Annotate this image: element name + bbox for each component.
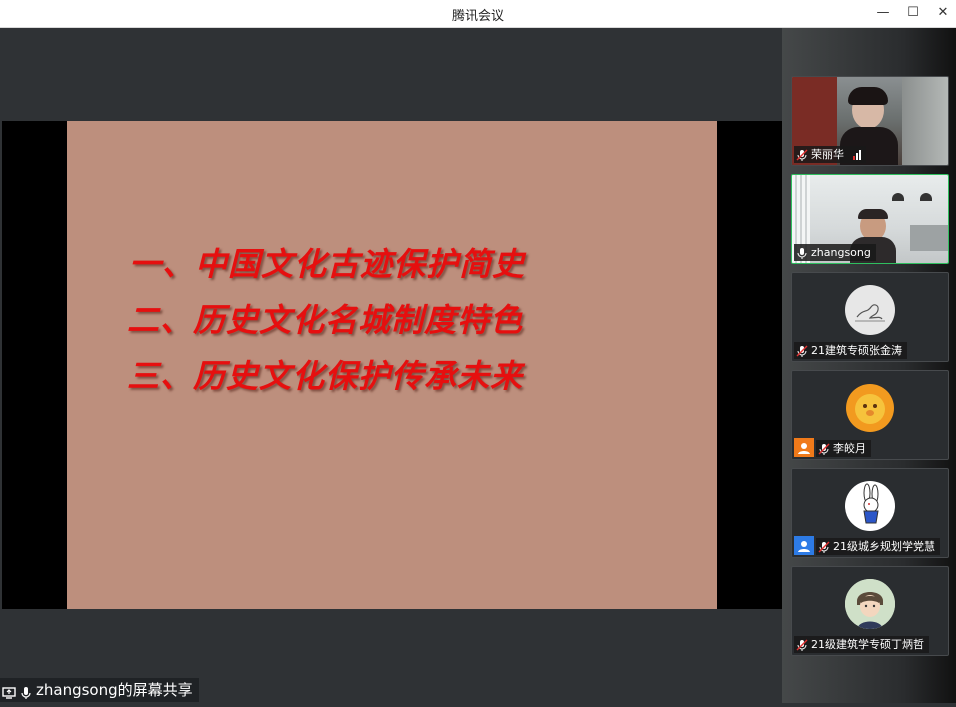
participant-name: 荣丽华 [811, 148, 844, 161]
participant-tile-1[interactable]: 荣丽华 [791, 76, 949, 166]
avatar [845, 383, 895, 433]
muted-mic-icon [818, 541, 830, 553]
participant-name: 21级城乡规划学党慧 [833, 540, 935, 553]
user-icon [794, 536, 814, 555]
participant-name: 21级建筑学专硕丁炳哲 [811, 638, 924, 651]
participant-tile-3[interactable]: 21建筑专硕张金涛 [791, 272, 949, 362]
participant-namebar-4: 李皎月 [816, 440, 871, 457]
close-button[interactable]: ✕ [932, 3, 954, 23]
participant-tile-6[interactable]: 21级建筑学专硕丁炳哲 [791, 566, 949, 656]
muted-mic-icon [818, 443, 830, 455]
shared-screen-band: 一、中国文化古迹保护简史 二、历史文化名城制度特色 三、历史文化保护传承未来 [2, 121, 782, 609]
window-title: 腾讯会议 [451, 9, 504, 24]
avatar [845, 579, 895, 629]
participant-tile-4[interactable]: 李皎月 [791, 370, 949, 460]
maximize-button[interactable]: ☐ [902, 3, 924, 23]
participant-namebar-6: 21级建筑学专硕丁炳哲 [794, 636, 929, 653]
participant-namebar-5: 21级城乡规划学党慧 [816, 538, 940, 555]
screen-share-icon [2, 683, 16, 699]
participant-namebar-1: 荣丽华 [794, 146, 866, 163]
microphone-icon [796, 247, 808, 259]
minimize-button[interactable]: — [872, 3, 894, 23]
participant-tile-2[interactable]: zhangsong [791, 174, 949, 264]
participant-sidebar: 荣丽华 zhangsong 21建筑专硕张金涛 李皎月 21级城乡规划学党慧 2… [782, 28, 956, 703]
muted-mic-icon [796, 345, 808, 357]
title-bar: 腾讯会议 — ☐ ✕ [0, 0, 956, 28]
shared-screen-area[interactable]: 一、中国文化古迹保护简史 二、历史文化名城制度特色 三、历史文化保护传承未来 [2, 28, 782, 703]
muted-mic-icon [796, 639, 808, 651]
user-icon [794, 438, 814, 457]
avatar [845, 481, 895, 531]
presentation-slide: 一、中国文化古迹保护简史 二、历史文化名城制度特色 三、历史文化保护传承未来 [67, 121, 717, 609]
signal-strength-icon [853, 149, 861, 160]
slide-line-2: 二、历史文化名城制度特色 [127, 301, 524, 339]
share-label-text: zhangsong的屏幕共享 [36, 681, 193, 699]
participant-namebar-3: 21建筑专硕张金涛 [794, 342, 907, 359]
participant-name: 21建筑专硕张金涛 [811, 344, 902, 357]
screen-share-label: zhangsong的屏幕共享 [0, 678, 199, 702]
avatar [845, 285, 895, 335]
participant-name: zhangsong [811, 246, 871, 259]
participant-namebar-2: zhangsong [794, 244, 876, 261]
slide-line-3: 三、历史文化保护传承未来 [127, 357, 524, 395]
microphone-icon [19, 683, 33, 699]
muted-mic-icon [796, 149, 808, 161]
participant-tile-5[interactable]: 21级城乡规划学党慧 [791, 468, 949, 558]
slide-line-1: 一、中国文化古迹保护简史 [129, 245, 526, 283]
participant-name: 李皎月 [833, 442, 866, 455]
